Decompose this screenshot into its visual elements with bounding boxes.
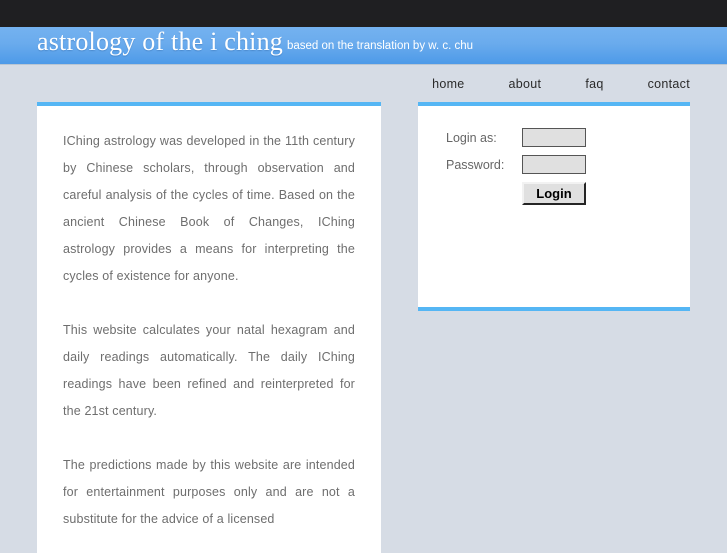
nav-item-home[interactable]: home (432, 77, 464, 91)
nav-item-contact[interactable]: contact (648, 77, 690, 91)
site-subtitle: based on the translation by w. c. chu (286, 40, 474, 52)
username-input[interactable] (522, 128, 586, 147)
username-row: Login as: (434, 128, 674, 147)
password-row: Password: (434, 155, 674, 174)
password-label: Password: (446, 157, 505, 172)
intro-paragraph-1: IChing astrology was developed in the 11… (63, 134, 355, 283)
nav-item-faq[interactable]: faq (585, 77, 603, 91)
intro-paragraph-2: This website calculates your natal hexag… (63, 323, 355, 418)
nav-item-about[interactable]: about (509, 77, 542, 91)
top-black-bar (0, 0, 727, 27)
site-title: astrology of the i ching (37, 27, 283, 56)
button-spacer (434, 182, 522, 205)
content-panel: IChing astrology was developed in the 11… (37, 102, 381, 553)
username-label: Login as: (446, 130, 497, 145)
site-banner: astrology of the i ching based on the tr… (0, 27, 727, 65)
login-panel: Login as: Password: Login (418, 102, 690, 311)
login-button[interactable]: Login (522, 182, 586, 205)
banner-content: astrology of the i ching based on the tr… (0, 27, 727, 64)
login-actions: Login (434, 182, 674, 205)
page-body: IChing astrology was developed in the 11… (0, 102, 727, 553)
password-input[interactable] (522, 155, 586, 174)
intro-paragraph-3: The predictions made by this website are… (63, 458, 355, 526)
main-navigation: home about faq contact (0, 65, 727, 102)
